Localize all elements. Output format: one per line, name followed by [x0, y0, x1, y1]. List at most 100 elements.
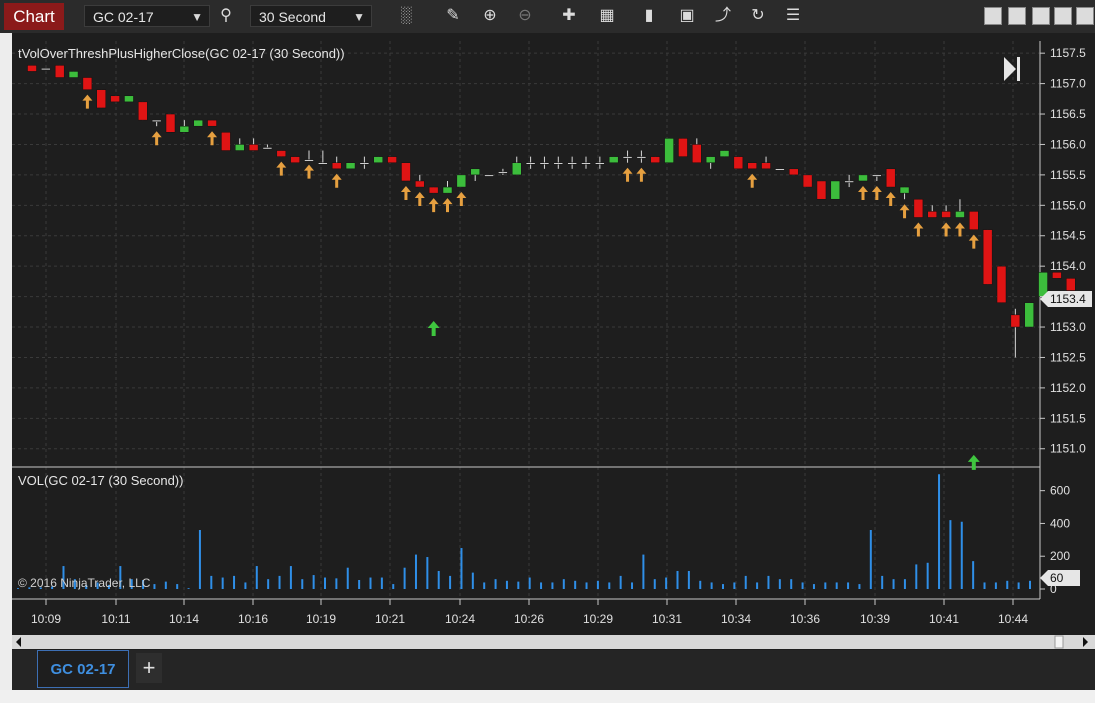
candle-body [82, 77, 93, 90]
price-tick-label: 1157.0 [1050, 77, 1086, 91]
candle-body [290, 156, 300, 163]
price-tick-label: 1156.5 [1050, 107, 1086, 121]
close-window-icon[interactable] [1076, 7, 1094, 25]
chart-title-tab[interactable]: Chart [4, 3, 64, 30]
indicators-icon[interactable]: ▣ [675, 5, 699, 27]
candle-body [415, 180, 425, 188]
candle-body [913, 198, 924, 218]
candle-body [221, 132, 231, 151]
candle-body [802, 174, 813, 188]
copyright-text: © 2016 NinjaTrader, LLC [18, 576, 151, 590]
time-tick-label: 10:31 [652, 612, 682, 626]
time-tick-label: 10:29 [583, 612, 613, 626]
time-tick-label: 10:09 [31, 612, 61, 626]
candle-body [664, 138, 674, 163]
candle-body [387, 156, 397, 163]
candle-body [692, 144, 702, 163]
candle-body [650, 156, 660, 163]
candle-body [456, 174, 467, 188]
price-tick-label: 1152.0 [1050, 381, 1086, 395]
tab-gc-02-17[interactable]: GC 02-17 [37, 650, 129, 688]
bar-type-icon[interactable]: ░ [394, 5, 418, 27]
candle-body [276, 150, 287, 157]
instrument-selector[interactable]: GC 02-17 ▼ [84, 5, 210, 27]
price-tick-label: 1151.0 [1050, 442, 1086, 456]
time-tick-label: 10:11 [101, 612, 130, 626]
draw-pencil-icon[interactable]: ✎ [441, 5, 465, 27]
candle-body [608, 156, 619, 163]
chevron-down-icon: ▼ [353, 10, 365, 24]
candle-body [553, 162, 564, 165]
candle-body [359, 162, 370, 165]
maximize-window-icon[interactable] [1054, 7, 1072, 25]
time-tick-label: 10:21 [375, 612, 405, 626]
time-tick-label: 10:36 [790, 612, 820, 626]
candle-body [41, 68, 51, 71]
candle-body [498, 171, 508, 174]
minimize-window-icon[interactable] [1032, 7, 1050, 25]
candle-body [885, 168, 896, 188]
search-icon[interactable]: ⚲ [214, 5, 238, 27]
candle-body [428, 186, 439, 194]
candle-body [525, 162, 536, 165]
time-tick-label: 10:26 [514, 612, 544, 626]
chart-canvas[interactable]: 1157.5 1157.0 1156.5 1156.0 1155.5 1155.0 1154… [0, 33, 1095, 650]
candle-body [622, 156, 633, 159]
horizontal-scrollbar[interactable] [12, 635, 1095, 649]
candle-body [151, 119, 162, 122]
data-box-icon[interactable]: ▦ [595, 5, 619, 27]
candle-body [179, 125, 190, 133]
crosshair-icon[interactable]: ✚ [557, 5, 581, 27]
time-tick-label: 10:24 [445, 612, 475, 626]
candle-body [567, 162, 577, 165]
candle-body [54, 65, 65, 78]
bottom-edge-strip [0, 690, 1095, 703]
zoom-out-icon[interactable]: ⊖ [513, 5, 537, 27]
price-tick-label: 1157.5 [1050, 46, 1086, 60]
candle-body [816, 180, 827, 200]
instrument-selector-label: GC 02-17 [93, 9, 154, 25]
candle-body [304, 159, 314, 162]
properties-icon[interactable]: ☰ [781, 5, 805, 27]
time-tick-label: 10:44 [998, 612, 1028, 626]
chart-toolbar: Chart GC 02-17 ▼ ⚲ 30 Second ▼ ░ ✎ ⊕ ⊖ ✚… [0, 0, 1095, 34]
candle-body [830, 180, 841, 200]
candle-body [941, 211, 951, 218]
candle-body [110, 95, 120, 103]
candle-body [705, 156, 716, 163]
candle-body [1010, 314, 1021, 328]
current-volume-marker: 60 [1040, 570, 1080, 586]
price-tick-label: 1155.5 [1050, 168, 1086, 182]
candle-body [595, 162, 605, 165]
candle-body [68, 71, 79, 78]
volume-panel-title: VOL(GC 02-17 (30 Second)) [18, 473, 183, 488]
candle-body [442, 186, 453, 194]
scrollbar-thumb[interactable] [1054, 635, 1064, 649]
candle-body [982, 229, 993, 285]
candle-body [27, 65, 37, 72]
candle-body [345, 162, 356, 170]
volume-tick-label: 600 [1050, 484, 1070, 498]
candle-body [996, 265, 1007, 303]
add-tab-button[interactable]: + [136, 653, 162, 683]
candle-body [373, 156, 383, 163]
candle-body [872, 174, 882, 177]
candle-body [165, 113, 176, 133]
price-tick-label: 1156.0 [1050, 137, 1086, 151]
restore-window-icon[interactable] [1008, 7, 1026, 25]
candle-body [899, 186, 910, 194]
candle-body [207, 119, 217, 127]
draw-tools-icon[interactable]: ⤴ [711, 5, 735, 27]
candle-body [969, 211, 979, 230]
candle-body [318, 162, 328, 165]
interval-selector[interactable]: 30 Second ▼ [250, 5, 372, 27]
time-tick-label: 10:19 [306, 612, 336, 626]
candle-body [193, 119, 203, 127]
strategy-icon[interactable]: ▮ [637, 5, 661, 27]
candle-body [539, 162, 550, 165]
price-tick-label: 1153.0 [1050, 320, 1086, 334]
candle-body [955, 211, 965, 218]
zoom-in-icon[interactable]: ⊕ [478, 5, 502, 27]
tile-window-icon[interactable] [984, 7, 1002, 25]
reload-icon[interactable]: ↻ [746, 5, 770, 27]
